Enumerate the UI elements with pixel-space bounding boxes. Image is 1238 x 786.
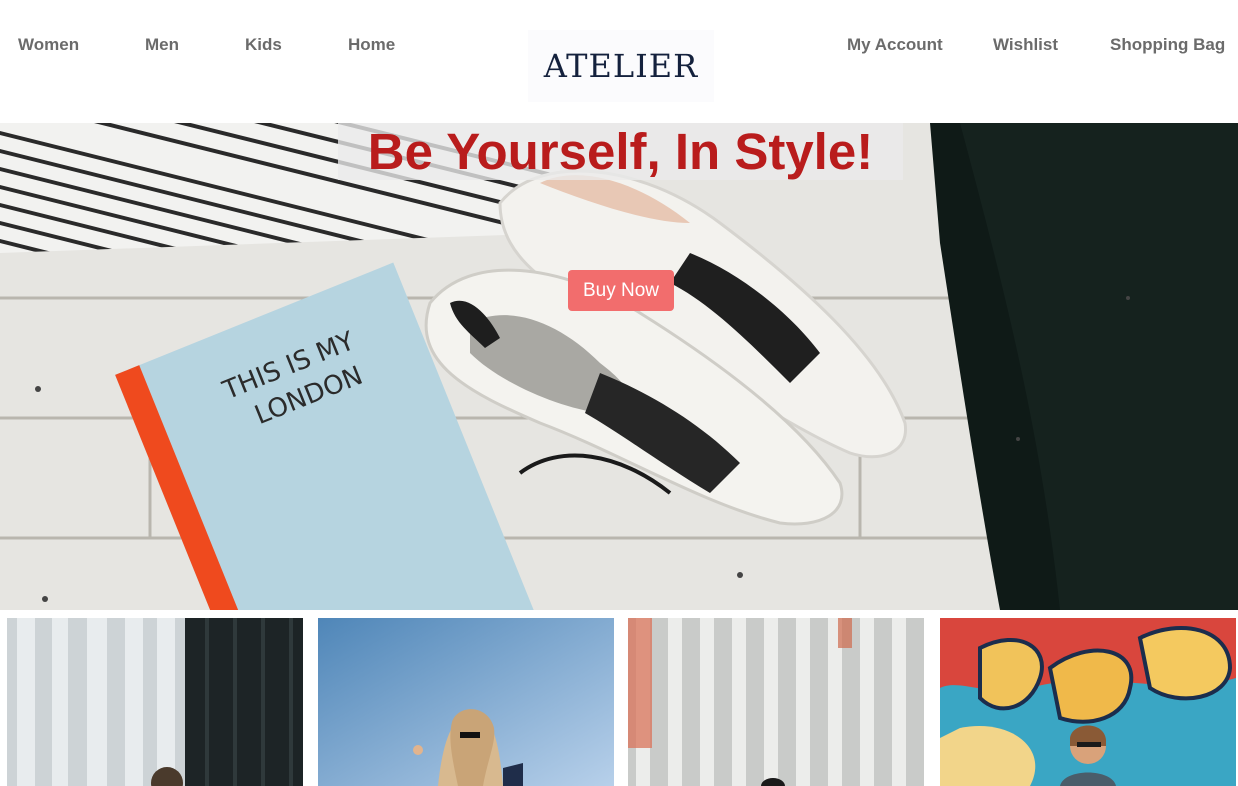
nav-my-account[interactable]: My Account — [847, 35, 943, 55]
product-image-4 — [940, 618, 1236, 786]
hero-title-box: Be Yourself, In Style! — [338, 123, 903, 180]
nav-kids[interactable]: Kids — [245, 35, 282, 55]
nav-wishlist[interactable]: Wishlist — [993, 35, 1058, 55]
product-tile-3[interactable] — [628, 618, 924, 786]
product-image-3 — [628, 618, 924, 786]
brand-logo-text: ATELIER — [543, 47, 699, 85]
nav-women[interactable]: Women — [18, 35, 79, 55]
product-tile-2[interactable] — [318, 618, 614, 786]
hero-image: THIS IS MY LONDON — [0, 123, 1238, 610]
product-tile-1[interactable] — [7, 618, 303, 786]
product-image-1 — [7, 618, 303, 786]
brand-logo[interactable]: ATELIER — [528, 30, 714, 102]
product-tile-4[interactable] — [940, 618, 1236, 786]
hero-title: Be Yourself, In Style! — [367, 123, 874, 180]
nav-men[interactable]: Men — [145, 35, 179, 55]
hero-banner: THIS IS MY LONDON Be Yourself, In Style! — [0, 123, 1238, 610]
site-header: Women Men Kids Home ATELIER My Account W… — [0, 0, 1238, 123]
product-image-2 — [318, 618, 614, 786]
nav-home[interactable]: Home — [348, 35, 395, 55]
nav-shopping-bag[interactable]: Shopping Bag — [1110, 35, 1225, 55]
buy-now-button[interactable]: Buy Now — [568, 270, 674, 311]
